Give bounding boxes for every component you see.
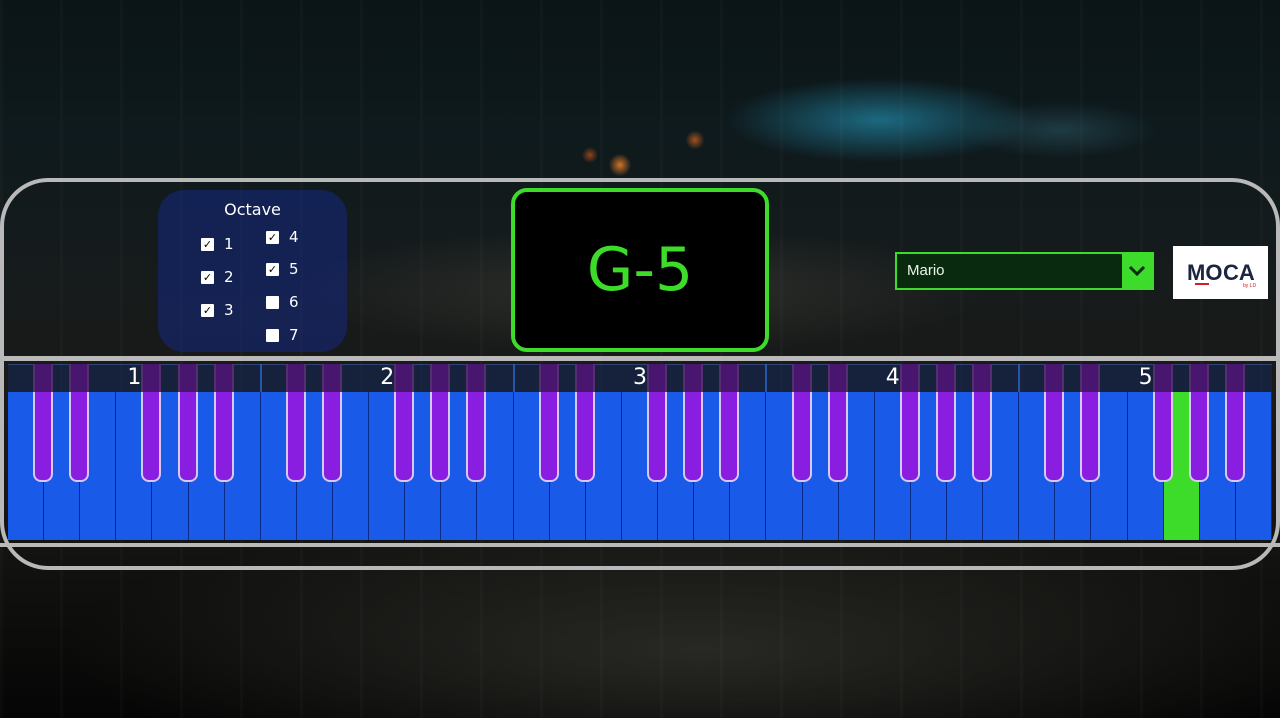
black-key-cap: [538, 364, 559, 392]
octave-label-5: 5: [1138, 365, 1153, 390]
black-key-cap: [1224, 364, 1245, 392]
black-key-A#3[interactable]: [719, 364, 740, 482]
black-key-cap: [177, 364, 198, 392]
black-key-D#2[interactable]: [322, 364, 343, 482]
black-key-cap: [683, 364, 704, 392]
black-key-C#2[interactable]: [285, 364, 306, 482]
black-key-cap: [33, 364, 54, 392]
octave-label-1: 1: [127, 365, 142, 390]
black-key-G#2[interactable]: [430, 364, 451, 482]
octave-separator: [512, 364, 515, 392]
black-key-C#3[interactable]: [538, 364, 559, 482]
octave-label-3: 3: [633, 365, 647, 390]
black-key-cap: [1188, 364, 1209, 392]
black-key-cap: [430, 364, 451, 392]
black-key-A#5[interactable]: [1224, 364, 1245, 482]
black-key-cap: [719, 364, 740, 392]
black-key-cap: [935, 364, 956, 392]
black-key-cap: [827, 364, 848, 392]
octave-label-2: 2: [380, 365, 395, 390]
octave-separator: [259, 364, 262, 392]
black-key-cap: [322, 364, 343, 392]
black-key-cap: [574, 364, 595, 392]
black-key-D#1[interactable]: [69, 364, 90, 482]
octave-separator: [1018, 364, 1021, 392]
black-key-cap: [466, 364, 487, 392]
black-key-cap: [69, 364, 90, 392]
black-key-D#4[interactable]: [827, 364, 848, 482]
octave-separator: [765, 364, 768, 392]
black-key-C#1[interactable]: [33, 364, 54, 482]
octave-label-4: 4: [885, 365, 900, 390]
piano-keyboard: 1 2 3 4 5: [0, 0, 1280, 718]
black-key-cap: [1080, 364, 1101, 392]
black-key-cap: [213, 364, 234, 392]
black-key-G#3[interactable]: [683, 364, 704, 482]
black-key-D#3[interactable]: [574, 364, 595, 482]
black-key-cap: [972, 364, 993, 392]
black-key-G#4[interactable]: [935, 364, 956, 482]
black-key-cap: [1044, 364, 1065, 392]
black-key-A#4[interactable]: [972, 364, 993, 482]
black-key-A#2[interactable]: [466, 364, 487, 482]
black-key-C#5[interactable]: [1044, 364, 1065, 482]
black-key-D#5[interactable]: [1080, 364, 1101, 482]
black-key-cap: [285, 364, 306, 392]
black-key-G#5[interactable]: [1188, 364, 1209, 482]
black-key-C#4[interactable]: [791, 364, 812, 482]
black-key-G#1[interactable]: [177, 364, 198, 482]
black-key-cap: [791, 364, 812, 392]
black-key-A#1[interactable]: [213, 364, 234, 482]
